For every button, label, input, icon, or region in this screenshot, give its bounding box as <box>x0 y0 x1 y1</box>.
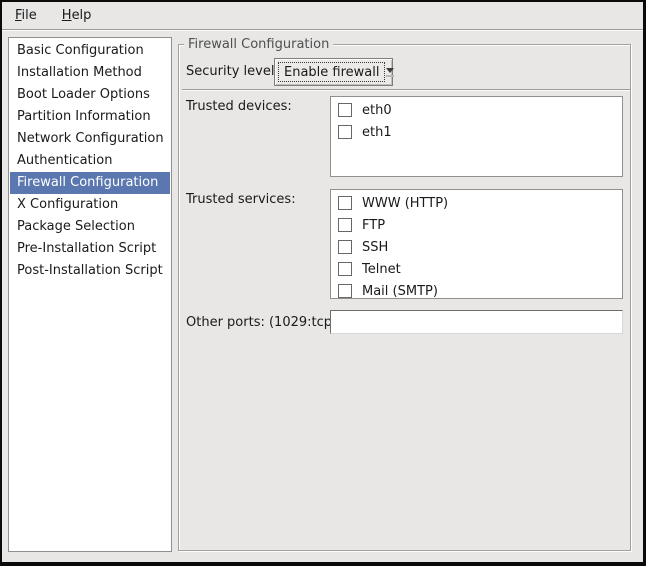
checkbox-label: WWW (HTTP) <box>362 196 448 211</box>
menu-help[interactable]: Help <box>60 6 94 25</box>
list-item: FTP <box>331 214 622 236</box>
checkbox-label: Mail (SMTP) <box>362 284 438 299</box>
checkbox[interactable] <box>338 218 352 232</box>
list-item: Telnet <box>331 258 622 280</box>
panel-title: Firewall Configuration <box>184 37 333 52</box>
list-item: eth1 <box>331 121 622 143</box>
sidebar-item[interactable]: Installation Method <box>10 62 170 84</box>
list-item: eth0 <box>331 99 622 121</box>
menubar: File Help <box>2 2 643 29</box>
list-item: SSH <box>331 236 622 258</box>
checkbox-label: eth1 <box>362 125 392 140</box>
horizontal-divider <box>182 89 630 91</box>
section-list: Basic ConfigurationInstallation MethodBo… <box>8 37 172 552</box>
list-item: Mail (SMTP) <box>331 280 622 299</box>
other-ports-label: Other ports: (1029:tcp) <box>186 315 337 330</box>
sidebar-item[interactable]: Post-Installation Script <box>10 260 170 282</box>
security-level-label: Security level: <box>186 64 279 79</box>
checkbox[interactable] <box>338 103 352 117</box>
security-level-dropdown[interactable]: Enable firewall <box>274 58 393 86</box>
kickstart-configurator-window: File Help Basic ConfigurationInstallatio… <box>0 0 646 566</box>
sidebar-item[interactable]: Package Selection <box>10 216 170 238</box>
list-item: WWW (HTTP) <box>331 192 622 214</box>
checkbox-label: FTP <box>362 218 385 233</box>
menu-file[interactable]: File <box>13 6 39 25</box>
checkbox-label: Telnet <box>362 262 401 277</box>
dropdown-arrow-icon <box>386 59 394 85</box>
other-ports-input[interactable] <box>330 310 623 334</box>
checkbox[interactable] <box>338 125 352 139</box>
checkbox[interactable] <box>338 196 352 210</box>
firewall-configuration-panel: Firewall Configuration Security level: E… <box>178 37 631 551</box>
trusted-services-label: Trusted services: <box>186 192 296 207</box>
trusted-devices-label: Trusted devices: <box>186 99 292 114</box>
trusted-devices-list: eth0 eth1 <box>330 96 623 177</box>
checkbox[interactable] <box>338 240 352 254</box>
checkbox-label: SSH <box>362 240 388 255</box>
trusted-services-list: WWW (HTTP) FTP SSH Telnet Mail (SMTP) <box>330 189 623 299</box>
sidebar-item[interactable]: Boot Loader Options <box>10 84 170 106</box>
sidebar-item[interactable]: Basic Configuration <box>10 40 170 62</box>
sidebar-item[interactable]: X Configuration <box>10 194 170 216</box>
menubar-divider <box>2 29 643 31</box>
security-level-value: Enable firewall <box>278 62 385 82</box>
sidebar-item[interactable]: Firewall Configuration <box>10 172 170 194</box>
checkbox[interactable] <box>338 262 352 276</box>
sidebar-item[interactable]: Network Configuration <box>10 128 170 150</box>
checkbox-label: eth0 <box>362 103 392 118</box>
checkbox[interactable] <box>338 284 352 298</box>
sidebar-item[interactable]: Partition Information <box>10 106 170 128</box>
sidebar-item[interactable]: Pre-Installation Script <box>10 238 170 260</box>
sidebar-item[interactable]: Authentication <box>10 150 170 172</box>
